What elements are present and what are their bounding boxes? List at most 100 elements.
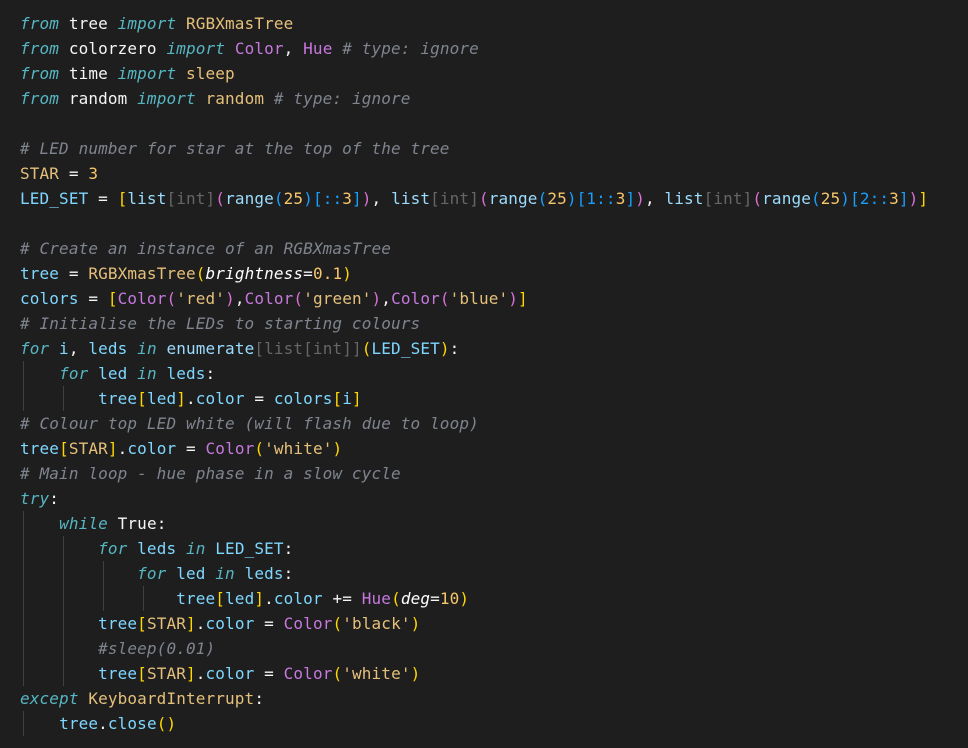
code-token: ) [225,289,235,308]
code-line[interactable]: # Colour top LED white (will flash due t… [20,411,928,436]
code-line[interactable]: colors = [Color('red'),Color('green'),Co… [20,286,928,311]
indent-guide [23,361,24,386]
code-token: ] [898,189,909,208]
code-editor[interactable]: from tree import RGBXmasTree from colorze… [0,0,968,748]
code-line[interactable]: LED_SET = [list[int](range(25)[::3]), li… [20,186,928,211]
code-token: ] [107,439,118,458]
code-token: tree [20,439,60,458]
code-token: ] [186,664,196,683]
code-token: ) [459,589,470,608]
code-line[interactable]: from random import random # type: ignore [20,86,928,111]
code-token: [ [332,389,343,408]
code-token: = [59,164,89,183]
code-token: [int] [703,189,753,208]
code-line[interactable]: try: [20,486,928,511]
code-token: import [137,89,196,108]
code-line[interactable]: # LED number for star at the top of the … [20,136,928,161]
code-line[interactable]: tree = RGBXmasTree(brightness=0.1) [20,261,928,286]
code-token: ) [410,614,421,633]
code-line[interactable]: from time import sleep [20,61,928,86]
code-token: list [664,189,704,208]
code-token: . [195,614,206,633]
code-token: leds [127,539,177,558]
code-token: in [127,339,157,358]
code-token: random [195,89,265,108]
code-line[interactable]: tree[led].color += Hue(deg=10) [20,586,928,611]
code-token: LED_SET [205,539,284,558]
code-token: STAR [20,164,60,183]
code-token: from [20,89,60,108]
code-token: [1:: [576,189,616,208]
code-token: colors [273,389,333,408]
code-token: color [205,614,255,633]
indent-guide [103,586,105,611]
code-line[interactable]: tree[STAR].color = Color('white') [20,661,928,686]
code-line[interactable]: #sleep(0.01) [20,636,928,661]
code-line[interactable] [20,111,928,136]
code-token: ] [352,389,362,408]
code-token: Color [205,439,255,458]
code-token: ) [361,189,372,208]
code-token: random [59,89,138,108]
code-line[interactable]: tree.close() [20,711,928,736]
code-token: tree [98,389,138,408]
code-line[interactable]: from colorzero import Color, Hue # type:… [20,36,928,61]
code-token: = [176,439,206,458]
code-token: for [98,539,128,558]
indent-guide [63,611,65,636]
code-token: from [20,39,60,58]
code-token: STAR [68,439,108,458]
code-token: ) [371,289,382,308]
code-line[interactable]: # Create an instance of an RGBXmasTree [20,236,928,261]
code-line[interactable]: # Initialise the LEDs to starting colour… [20,311,928,336]
code-line[interactable]: for leds in LED_SET: [20,536,928,561]
code-line[interactable]: except KeyboardInterrupt: [20,686,928,711]
code-area[interactable]: from tree import RGBXmasTree from colorze… [20,11,928,736]
code-line[interactable]: tree[led].color = colors[i] [20,386,928,411]
code-token: while [59,514,108,533]
code-token: import [166,39,226,58]
code-token: ( [332,614,343,633]
code-token: ) [303,189,313,208]
code-line[interactable]: STAR = 3 [20,161,928,186]
code-line[interactable]: tree[STAR].color = Color('white') [20,436,928,461]
code-token: [ [215,589,226,608]
code-token: Color [117,289,167,308]
code-token: STAR [146,664,186,683]
code-token: ) [840,189,851,208]
code-token: 3 [615,189,626,208]
code-line[interactable]: for led in leds: [20,561,928,586]
code-token: for [20,339,50,358]
code-token: ( [332,664,343,683]
indent-guide [23,536,24,561]
code-line[interactable] [20,211,928,236]
code-line[interactable]: from tree import RGBXmasTree [20,11,928,36]
code-token: KeyboardInterrupt [78,689,255,708]
code-token: 'blue' [449,289,509,308]
code-line[interactable]: while True: [20,511,928,536]
code-token: ] [254,589,265,608]
code-line[interactable]: for i, leds in enumerate[list[int]](LED_… [20,336,928,361]
code-token: colorzero [59,39,167,58]
code-token: LED_SET [20,189,89,208]
code-line[interactable]: # Main loop - hue phase in a slow cycle [20,461,928,486]
code-token: tree [176,589,216,608]
indent-guide [23,586,24,611]
code-token: ( [166,289,177,308]
code-token: tree [59,14,118,33]
code-line[interactable]: for led in leds: [20,361,928,386]
code-token: color [205,664,255,683]
indent-guide [63,386,65,411]
code-line[interactable]: tree[STAR].color = Color('black') [20,611,928,636]
code-token: , [234,289,245,308]
code-token: # LED number for star at the top of the … [20,139,450,158]
indent-guide [63,636,65,661]
